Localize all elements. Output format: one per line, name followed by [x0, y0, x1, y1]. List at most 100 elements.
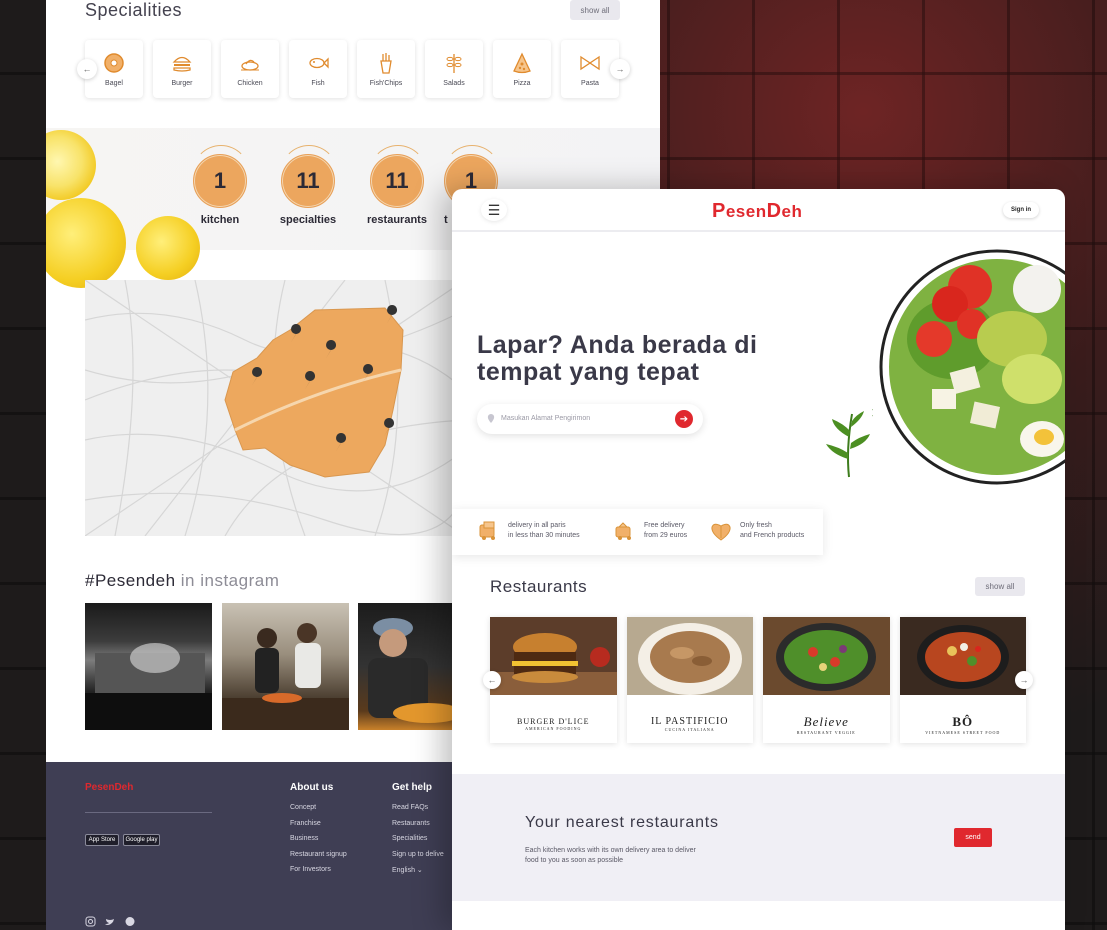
speciality-label: Chicken — [237, 79, 263, 87]
specialities-show-all-button[interactable]: show all — [570, 0, 620, 20]
feature-line: Free delivery — [644, 522, 685, 529]
restaurant-card[interactable]: IL PASTIFICIO CUCINA ITALIANA — [626, 617, 754, 743]
brand-letter: P — [712, 200, 726, 222]
map-streets — [85, 280, 465, 536]
hamburger-menu-icon[interactable]: ☰ — [481, 199, 507, 221]
social-icons — [85, 916, 135, 927]
footer-about-column: About us Concept Franchise Business Rest… — [290, 782, 347, 882]
restaurant-logo: BURGER D'LICE AMERICAN FOODING — [490, 700, 617, 743]
address-search-input[interactable]: Masukan Alamat Pengirimon — [501, 415, 590, 422]
restaurant-subtitle: RESTAURANT VEGGIE — [796, 729, 856, 735]
restaurant-card[interactable]: BÔ VIETNAMESE STREET FOOD — [899, 617, 1027, 743]
instagram-hashtag: #Pesendeh — [85, 571, 176, 590]
footer-link[interactable]: Business — [290, 835, 347, 842]
photo-people-cooking — [222, 623, 349, 730]
fish-chips-icon — [380, 52, 392, 74]
lemon-image — [46, 198, 126, 288]
location-pin-icon — [487, 414, 495, 423]
brand-letter: D — [766, 200, 782, 222]
salads-icon — [446, 53, 462, 73]
photo-kitchen-scene — [85, 643, 212, 730]
footer-link[interactable]: Read FAQs — [392, 804, 444, 811]
speciality-pizza[interactable]: Pizza — [493, 40, 551, 98]
restaurant-name: IL PASTIFICIO — [650, 716, 729, 727]
stat-value: 11 — [369, 145, 427, 208]
burger-icon — [172, 56, 192, 72]
delivery-map[interactable] — [85, 280, 465, 536]
stat-label: kitchen — [200, 214, 240, 226]
restaurant-card[interactable]: BURGER D'LICE AMERICAN FOODING — [490, 617, 617, 743]
footer-logo[interactable]: PesenDeh — [85, 782, 133, 793]
feature-item: delivery in all paris in less than 30 min… — [478, 521, 580, 541]
restaurant-logo: IL PASTIFICIO CUCINA ITALIANA — [627, 700, 754, 743]
nearest-title: Your nearest restaurants — [525, 814, 719, 831]
bagel-icon — [104, 52, 124, 73]
footer-link[interactable]: Restaurants — [392, 820, 444, 827]
address-search-bar: Masukan Alamat Pengirimon ➔ — [477, 404, 703, 434]
speciality-burger[interactable]: Burger — [153, 40, 211, 98]
stat-specialties: 11 specialties — [268, 145, 348, 226]
nearest-restaurants-section: Your nearest restaurants Each kitchen wo… — [452, 774, 1065, 901]
lemon-image — [46, 130, 96, 200]
restaurant-logo: Believe RESTAURANT VEGGIE — [763, 700, 890, 743]
feature-text: Only fresh and French products — [740, 521, 804, 541]
footer-link[interactable]: Franchise — [290, 820, 347, 827]
salad-bowl-image — [872, 249, 1065, 485]
speciality-salads[interactable]: Salads — [425, 40, 483, 98]
footer-link[interactable]: Concept — [290, 804, 347, 811]
search-submit-arrow-icon[interactable]: ➔ — [675, 410, 693, 428]
restaurants-title: Restaurants — [490, 577, 588, 596]
stat-value: 1 — [192, 145, 250, 208]
restaurants-next-arrow-icon[interactable]: → — [1015, 671, 1033, 689]
brand-logo[interactable]: PesenDeh — [712, 200, 802, 223]
footer-help-column: Get help Read FAQs Restaurants Specialit… — [392, 782, 444, 883]
restaurant-subtitle: CUCINA ITALIANA — [664, 727, 715, 732]
footer-about-title: About us — [290, 782, 334, 793]
delivery-icon — [479, 521, 495, 540]
footer-link[interactable]: Restaurant signup — [290, 851, 347, 858]
sign-in-button[interactable]: Sign in — [1003, 202, 1039, 218]
footer-link[interactable]: Sign up to delive — [392, 851, 444, 858]
instagram-photo[interactable] — [222, 603, 349, 730]
chicken-icon — [241, 59, 259, 71]
risotto-photo — [626, 617, 753, 695]
feature-text: Free delivery from 29 euros — [644, 521, 687, 541]
brand-text: eh — [781, 202, 803, 221]
heart-leaf-icon — [711, 523, 731, 541]
nearest-description: Each kitchen works with its own delivery… — [525, 847, 696, 864]
restaurant-name: BÔ — [952, 713, 974, 729]
speciality-label: Pizza — [513, 79, 531, 87]
footer-help-title: Get help — [392, 782, 433, 793]
app-store-badge[interactable]: App Store — [85, 834, 119, 846]
instagram-photo[interactable] — [85, 603, 212, 730]
speciality-chicken[interactable]: Chicken — [221, 40, 279, 98]
stirfry-photo — [899, 617, 1026, 695]
facebook-icon — [125, 917, 135, 926]
restaurant-name: BURGER D'LICE — [517, 717, 590, 726]
footer-link[interactable]: Specialities — [392, 835, 444, 842]
burger-photo — [490, 617, 617, 695]
send-button[interactable]: send — [954, 828, 992, 847]
footer-link[interactable]: For Investors — [290, 866, 347, 873]
top-bar: ☰ PesenDeh Sign in — [452, 189, 1065, 232]
instagram-icon — [85, 916, 96, 927]
speciality-fish[interactable]: Fish — [289, 40, 347, 98]
brand-text: esen — [725, 202, 767, 221]
restaurants-prev-arrow-icon[interactable]: ← — [483, 671, 501, 689]
stat-label: restaurants — [367, 214, 427, 226]
restaurant-card[interactable]: Believe RESTAURANT VEGGIE — [763, 617, 890, 743]
restaurants-show-all-button[interactable]: show all — [975, 577, 1025, 596]
google-play-badge[interactable]: Google play — [123, 834, 160, 846]
specialities-next-arrow-icon[interactable]: → — [610, 59, 630, 79]
feature-item: Free delivery from 29 euros — [614, 521, 687, 541]
restaurant-name: Believe — [803, 713, 849, 729]
pasta-icon — [580, 55, 600, 70]
specialities-prev-arrow-icon[interactable]: ← — [77, 59, 97, 79]
speciality-label: Burger — [171, 79, 193, 87]
language-select[interactable]: English ⌄ — [392, 866, 444, 874]
speciality-fish-chips[interactable]: Fish'Chips — [357, 40, 415, 98]
restaurants-carousel: BURGER D'LICE AMERICAN FOODING IL PASTIFI… — [490, 617, 1026, 743]
restaurant-logo: BÔ VIETNAMESE STREET FOOD — [900, 700, 1027, 743]
footer-divider — [85, 812, 212, 813]
delivery-area — [224, 307, 404, 478]
